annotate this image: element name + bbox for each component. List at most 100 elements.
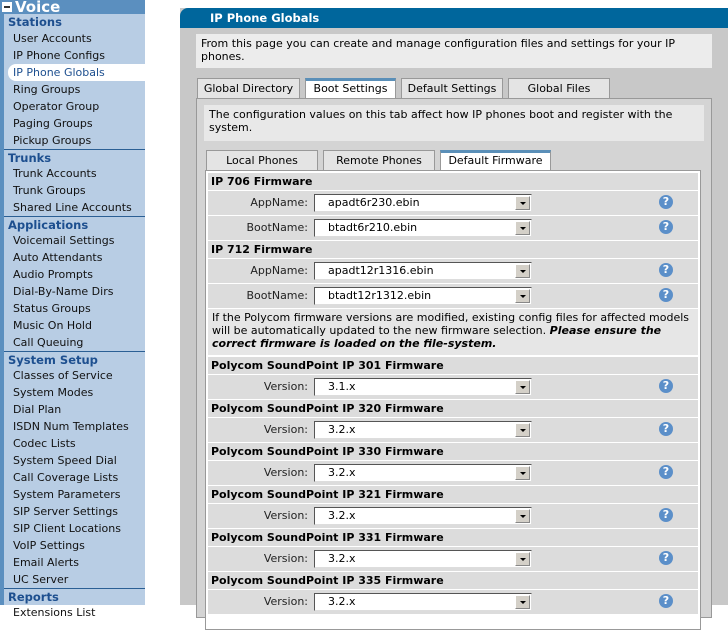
- sidebar-item-isdn-num-templates[interactable]: ISDN Num Templates: [4, 418, 145, 435]
- version-select[interactable]: 3.2.x: [314, 421, 532, 439]
- select-value: apadt12r1316.ebin: [328, 264, 434, 277]
- dropdown-arrow-icon[interactable]: [515, 552, 530, 566]
- section-header: IP 712 Firmware: [208, 241, 698, 258]
- voice-header[interactable]: Voice: [0, 0, 145, 15]
- dropdown-arrow-icon[interactable]: [515, 380, 530, 394]
- field-label: Version:: [263, 509, 308, 522]
- help-icon[interactable]: ?: [659, 508, 673, 522]
- tab-global-directory[interactable]: Global Directory: [197, 78, 300, 98]
- dropdown-arrow-icon[interactable]: [515, 289, 530, 303]
- sidebar-item-codec-lists[interactable]: Codec Lists: [4, 435, 145, 452]
- nav-group-trunks[interactable]: Trunks: [4, 149, 145, 165]
- sidebar-item-sip-client-locations[interactable]: SIP Client Locations: [4, 520, 145, 537]
- collapse-icon[interactable]: [2, 2, 12, 12]
- section-header: Polycom SoundPoint IP 301 Firmware: [208, 357, 698, 374]
- dropdown-arrow-icon[interactable]: [515, 221, 530, 235]
- select-value: 3.1.x: [328, 380, 356, 393]
- sidebar-item-auto-attendants[interactable]: Auto Attendants: [4, 249, 145, 266]
- sidebar-item-ip-phone-globals[interactable]: IP Phone Globals: [8, 64, 145, 81]
- nav-group-reports[interactable]: Reports: [4, 588, 145, 604]
- dropdown-arrow-icon[interactable]: [515, 509, 530, 523]
- version-select[interactable]: 3.2.x: [314, 464, 532, 482]
- sidebar-item-call-coverage-lists[interactable]: Call Coverage Lists: [4, 469, 145, 486]
- ip712-appname-select[interactable]: apadt12r1316.ebin: [314, 262, 532, 280]
- sidebar-item-ring-groups[interactable]: Ring Groups: [4, 81, 145, 98]
- sidebar-item-uc-server[interactable]: UC Server: [4, 571, 145, 588]
- tab-boot-settings[interactable]: Boot Settings: [305, 78, 396, 98]
- tab-global-files[interactable]: Global Files: [508, 78, 610, 98]
- select-value: 3.2.x: [328, 552, 356, 565]
- sidebar-item-paging-groups[interactable]: Paging Groups: [4, 115, 145, 132]
- form-row: Version: 3.1.x?: [208, 375, 698, 399]
- ip706-bootname-select[interactable]: btadt6r210.ebin: [314, 219, 532, 237]
- sidebar-item-classes-of-service[interactable]: Classes of Service: [4, 367, 145, 384]
- section-header: Polycom SoundPoint IP 320 Firmware: [208, 400, 698, 417]
- sidebar-item-shared-line-accounts[interactable]: Shared Line Accounts: [4, 199, 145, 216]
- select-value: apadt6r230.ebin: [328, 196, 420, 209]
- dropdown-arrow-icon[interactable]: [515, 264, 530, 278]
- sidebar-item-voicemail-settings[interactable]: Voicemail Settings: [4, 232, 145, 249]
- sidebar-item-audio-prompts[interactable]: Audio Prompts: [4, 266, 145, 283]
- sub-tabs: Local Phones Remote Phones Default Firmw…: [206, 150, 556, 170]
- help-icon[interactable]: ?: [659, 288, 673, 302]
- sidebar-item-sip-server-settings[interactable]: SIP Server Settings: [4, 503, 145, 520]
- sidebar-item-dial-by-name-dirs[interactable]: Dial-By-Name Dirs: [4, 283, 145, 300]
- subtab-remote-phones[interactable]: Remote Phones: [323, 150, 435, 170]
- sidebar-item-email-alerts[interactable]: Email Alerts: [4, 554, 145, 571]
- sidebar-item-ip-phone-configs[interactable]: IP Phone Configs: [4, 47, 145, 64]
- form-row: AppName: apadt6r230.ebin?: [208, 191, 698, 215]
- help-icon[interactable]: ?: [659, 263, 673, 277]
- dropdown-arrow-icon[interactable]: [515, 466, 530, 480]
- select-value: btadt6r210.ebin: [328, 221, 418, 234]
- tab-default-settings[interactable]: Default Settings: [401, 78, 503, 98]
- nav-group-system-setup[interactable]: System Setup: [4, 351, 145, 367]
- sidebar-item-music-on-hold[interactable]: Music On Hold: [4, 317, 145, 334]
- sidebar-item-trunk-accounts[interactable]: Trunk Accounts: [4, 165, 145, 182]
- field-label: Version:: [263, 466, 308, 479]
- dropdown-arrow-icon[interactable]: [515, 423, 530, 437]
- form-row: BootName: btadt6r210.ebin?: [208, 216, 698, 240]
- sidebar-item-system-speed-dial[interactable]: System Speed Dial: [4, 452, 145, 469]
- version-select[interactable]: 3.1.x: [314, 378, 532, 396]
- ip706-appname-select[interactable]: apadt6r230.ebin: [314, 194, 532, 212]
- select-value: btadt12r1312.ebin: [328, 289, 432, 302]
- section-header: Polycom SoundPoint IP 330 Firmware: [208, 443, 698, 460]
- dropdown-arrow-icon[interactable]: [515, 196, 530, 210]
- subtab-local-phones[interactable]: Local Phones: [206, 150, 318, 170]
- nav-group-applications[interactable]: Applications: [4, 216, 145, 232]
- version-select[interactable]: 3.2.x: [314, 593, 532, 611]
- field-label: Version:: [263, 380, 308, 393]
- select-value: 3.2.x: [328, 423, 356, 436]
- help-icon[interactable]: ?: [659, 422, 673, 436]
- help-icon[interactable]: ?: [659, 220, 673, 234]
- help-icon[interactable]: ?: [659, 594, 673, 608]
- sidebar-item-voip-settings[interactable]: VoIP Settings: [4, 537, 145, 554]
- version-select[interactable]: 3.2.x: [314, 550, 532, 568]
- subtab-default-firmware[interactable]: Default Firmware: [440, 150, 551, 170]
- nav-group-stations[interactable]: Stations: [4, 14, 145, 30]
- intro-text: From this page you can create and manage…: [196, 34, 712, 68]
- sidebar-item-system-parameters[interactable]: System Parameters: [4, 486, 145, 503]
- form-row: Version: 3.2.x?: [208, 418, 698, 442]
- sidebar-item-status-groups[interactable]: Status Groups: [4, 300, 145, 317]
- sidebar-item-dial-plan[interactable]: Dial Plan: [4, 401, 145, 418]
- tab-description: The configuration values on this tab aff…: [204, 105, 704, 141]
- dropdown-arrow-icon[interactable]: [515, 595, 530, 609]
- section-header: IP 706 Firmware: [208, 173, 698, 190]
- help-icon[interactable]: ?: [659, 465, 673, 479]
- default-firmware-panel: IP 706 Firmware AppName: apadt6r230.ebin?…: [205, 170, 701, 630]
- version-select[interactable]: 3.2.x: [314, 507, 532, 525]
- sidebar-item-trunk-groups[interactable]: Trunk Groups: [4, 182, 145, 199]
- help-icon[interactable]: ?: [659, 551, 673, 565]
- sidebar-item-pickup-groups[interactable]: Pickup Groups: [4, 132, 145, 149]
- select-value: 3.2.x: [328, 595, 356, 608]
- sidebar-item-system-modes[interactable]: System Modes: [4, 384, 145, 401]
- sidebar-item-operator-group[interactable]: Operator Group: [4, 98, 145, 115]
- ip712-bootname-select[interactable]: btadt12r1312.ebin: [314, 287, 532, 305]
- help-icon[interactable]: ?: [659, 379, 673, 393]
- sidebar-item-user-accounts[interactable]: User Accounts: [4, 30, 145, 47]
- sidebar-item-call-queuing[interactable]: Call Queuing: [4, 334, 145, 351]
- field-label: BootName:: [246, 221, 308, 234]
- sidebar-item-extensions-list[interactable]: Extensions List: [4, 604, 145, 621]
- help-icon[interactable]: ?: [659, 195, 673, 209]
